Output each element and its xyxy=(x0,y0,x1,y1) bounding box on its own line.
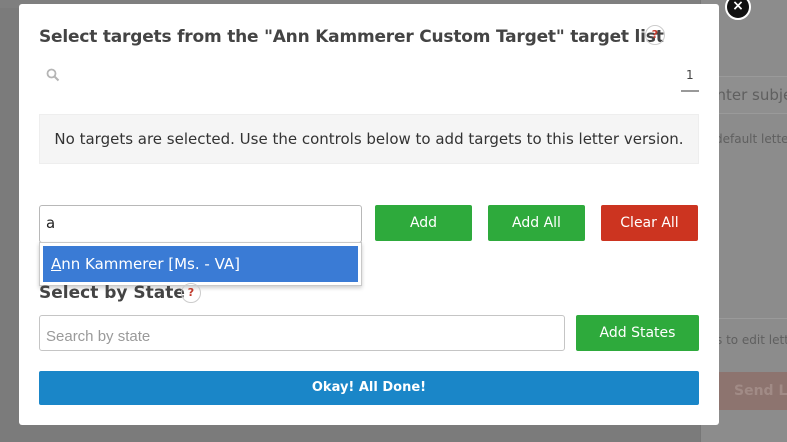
search-icon[interactable] xyxy=(46,68,60,82)
page-number[interactable]: 1 xyxy=(686,68,694,82)
send-letter-button: Send Letter xyxy=(718,372,787,410)
autocomplete-match-rest: nn Kammerer [Ms. - VA] xyxy=(61,255,241,273)
autocomplete-match-prefix: A xyxy=(51,255,62,273)
edit-letter-text: s to edit letter xyxy=(716,333,787,347)
target-search-input[interactable]: a xyxy=(39,205,362,243)
all-done-button[interactable]: Okay! All Done! xyxy=(39,371,699,405)
subject-placeholder: Enter subject xyxy=(707,86,787,104)
select-targets-modal: × Select targets from the "Ann Kammerer … xyxy=(19,0,751,425)
select-by-state-heading: Select by State xyxy=(39,283,185,303)
state-search-input[interactable] xyxy=(39,315,565,351)
add-button[interactable]: Add xyxy=(375,205,472,241)
add-states-button[interactable]: Add States xyxy=(576,315,699,351)
modal-title: Select targets from the "Ann Kammerer Cu… xyxy=(39,27,664,47)
help-icon[interactable]: ? xyxy=(181,283,201,303)
clear-all-button[interactable]: Clear All xyxy=(601,205,698,241)
default-letter-text: default letter xyxy=(715,132,787,146)
autocomplete-option[interactable]: Ann Kammerer [Ms. - VA] xyxy=(43,246,358,282)
target-autocomplete-dropdown: Ann Kammerer [Ms. - VA] xyxy=(39,242,362,286)
no-targets-notice: No targets are selected. Use the control… xyxy=(39,114,699,164)
page-indicator-underline xyxy=(681,90,699,92)
help-icon[interactable]: ? xyxy=(645,25,665,45)
add-all-button[interactable]: Add All xyxy=(488,205,585,241)
